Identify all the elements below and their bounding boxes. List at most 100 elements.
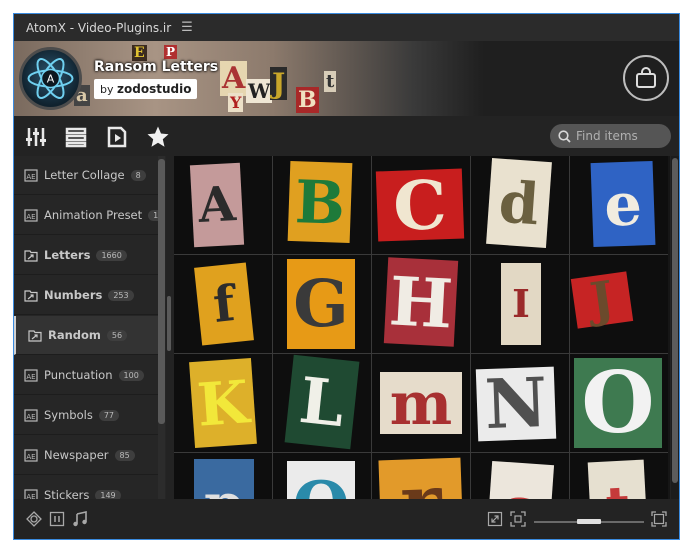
tile-letter: p: [194, 459, 254, 499]
sidebar-item-label: Punctuation: [44, 368, 113, 382]
letter-tile-j[interactable]: J: [570, 255, 668, 353]
expand-arrows-icon[interactable]: [487, 511, 503, 527]
atomx-logo-icon: A: [19, 47, 82, 110]
letter-tile-q[interactable]: Q: [273, 453, 371, 499]
grid-scrollbar[interactable]: [671, 156, 679, 499]
app-window: AtomX - Video-Plugins.ir ☰ AWJYEPBat A R…: [13, 13, 680, 540]
sidebar-item-symbols[interactable]: AE Symbols 77: [14, 396, 159, 435]
tile-letter: t: [587, 459, 649, 499]
slider-knob[interactable]: [577, 519, 601, 524]
panel-divider-thumb[interactable]: [167, 296, 171, 351]
sidebar-scrollbar[interactable]: [158, 156, 165, 499]
ae-preset-icon: AE: [24, 208, 38, 222]
folder-link-icon: [28, 329, 42, 342]
title-bar: AtomX - Video-Plugins.ir ☰: [14, 14, 679, 41]
tile-letter: e: [590, 160, 656, 248]
letter-tile-f[interactable]: f: [174, 255, 272, 353]
sidebar-item-label: Letters: [44, 248, 91, 262]
letter-tile-a[interactable]: A: [174, 156, 272, 254]
large-grid-size-icon[interactable]: [651, 511, 667, 527]
category-sidebar: AE Letter Collage 8 AE Animation Preset …: [14, 156, 166, 499]
item-count-badge: 77: [98, 409, 120, 421]
hamburger-menu-icon[interactable]: ☰: [181, 20, 193, 35]
letter-tile-h[interactable]: H: [372, 255, 470, 353]
sidebar-item-stickers[interactable]: AE Stickers 149: [14, 476, 159, 499]
item-count-badge: 1660: [96, 249, 127, 261]
letter-tile-n[interactable]: N: [471, 354, 569, 452]
thumbnail-size-slider[interactable]: [534, 519, 644, 524]
sidebar-item-numbers[interactable]: Numbers 253: [14, 276, 159, 315]
letter-tile-c[interactable]: C: [372, 156, 470, 254]
logo-letter: A: [47, 73, 55, 86]
search-box[interactable]: [550, 124, 671, 148]
small-grid-size-icon[interactable]: [510, 511, 526, 527]
letter-tile-b[interactable]: B: [273, 156, 371, 254]
ae-preset-icon: AE: [24, 408, 38, 422]
letter-tile-i[interactable]: I: [471, 255, 569, 353]
sliders-icon[interactable]: [24, 125, 48, 149]
music-note-icon[interactable]: [72, 511, 88, 527]
svg-text:AE: AE: [26, 373, 35, 381]
svg-text:AE: AE: [26, 453, 35, 461]
shopping-bag-button[interactable]: [623, 55, 669, 101]
tile-letter: O: [574, 358, 662, 448]
sidebar-item-label: Symbols: [44, 408, 93, 422]
ae-preset-icon: AE: [24, 488, 38, 499]
letter-tile-s[interactable]: s: [471, 453, 569, 499]
sidebar-item-punctuation[interactable]: AE Punctuation 100: [14, 356, 159, 395]
tile-letter: Q: [287, 461, 355, 499]
letter-tile-g[interactable]: G: [273, 255, 371, 353]
search-icon: [558, 129, 571, 143]
items-grid-panel: ABCde fGHIJ KLmNOpQrst: [174, 156, 670, 499]
tile-letter: r: [378, 457, 464, 499]
grid-scrollbar-thumb[interactable]: [672, 158, 678, 483]
tile-letter: B: [287, 160, 353, 244]
shopping-bag-icon: [636, 67, 656, 88]
sidebar-item-label: Animation Preset: [44, 208, 143, 222]
letter-tile-k[interactable]: K: [174, 354, 272, 452]
banner-letter: W: [246, 79, 273, 103]
items-grid: ABCde fGHIJ KLmNOpQrst: [174, 156, 668, 499]
ae-target-icon[interactable]: [26, 511, 42, 527]
banner-letter: B: [296, 87, 319, 113]
sidebar-item-animation-preset[interactable]: AE Animation Preset 1: [14, 196, 164, 235]
tile-letter: K: [189, 357, 257, 449]
letter-tile-m[interactable]: m: [372, 354, 470, 452]
sidebar-item-letters[interactable]: Letters 1660: [14, 236, 159, 275]
author-tag[interactable]: by zodostudio: [94, 79, 198, 99]
letter-tile-d[interactable]: d: [471, 156, 569, 254]
sidebar-item-label: Letter Collage: [44, 168, 125, 182]
tile-letter: L: [284, 354, 360, 450]
video-file-icon[interactable]: [105, 125, 129, 149]
author-name: zodostudio: [117, 82, 192, 96]
letter-tile-t[interactable]: t: [570, 453, 668, 499]
item-count-badge: 8: [130, 169, 146, 181]
ae-preset-icon: AE: [24, 448, 38, 462]
list-view-icon[interactable]: [64, 125, 88, 149]
svg-text:AE: AE: [26, 413, 35, 421]
sidebar-item-label: Random: [48, 328, 101, 342]
panel-divider-scrollbar[interactable]: [167, 156, 171, 499]
sidebar-item-letter-collage[interactable]: AE Letter Collage 8: [14, 156, 159, 195]
plugin-banner: AWJYEPBat A Ransom Letters by zodostudio: [14, 41, 679, 116]
letter-tile-o[interactable]: O: [570, 354, 668, 452]
toolbar: [14, 116, 679, 156]
premiere-pause-icon[interactable]: [49, 511, 65, 527]
ae-preset-icon: AE: [24, 168, 38, 182]
letter-tile-p[interactable]: p: [174, 453, 272, 499]
svg-text:AE: AE: [26, 173, 35, 181]
sidebar-scrollbar-thumb[interactable]: [158, 159, 165, 424]
letter-tile-l[interactable]: L: [273, 354, 371, 452]
item-count-badge: 56: [106, 329, 128, 341]
sidebar-item-random[interactable]: Random 56: [14, 316, 159, 355]
sidebar-item-newspaper[interactable]: AE Newspaper 85: [14, 436, 159, 475]
footer-bar: [14, 499, 679, 539]
sidebar-item-label: Newspaper: [44, 448, 109, 462]
search-input[interactable]: [576, 129, 666, 143]
svg-text:AE: AE: [26, 213, 35, 221]
letter-tile-e[interactable]: e: [570, 156, 668, 254]
banner-letter: t: [324, 71, 337, 92]
letter-tile-r[interactable]: r: [372, 453, 470, 499]
tile-letter: m: [380, 372, 462, 434]
star-favorites-icon[interactable]: [146, 125, 170, 149]
